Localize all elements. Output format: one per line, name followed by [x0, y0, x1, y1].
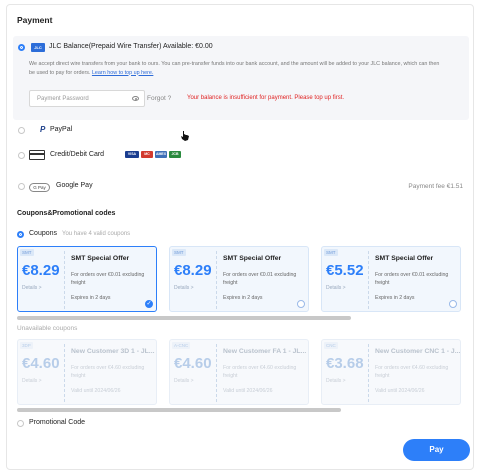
coupon-card[interactable]: SMT €8.29 Details > SMT Special Offer Fo… — [169, 246, 309, 312]
coupon-divider — [368, 344, 369, 402]
google-pay-icon: G Pay — [29, 183, 50, 192]
coupon-tag: SMT — [20, 249, 34, 256]
coupon-tag: CNC — [324, 342, 338, 349]
promo-code-radio[interactable] — [17, 420, 24, 427]
coupon-name: SMT Special Offer — [375, 255, 434, 262]
coupon-expiry: Expires in 2 days — [223, 295, 263, 301]
coupon-desc: For orders over €0.01 excluding freight — [375, 272, 449, 286]
coupon-card[interactable]: SMT €5.52 Details > SMT Special Offer Fo… — [321, 246, 461, 312]
jlc-desc-line1: We accept direct wire transfers from you… — [29, 61, 440, 67]
coupon-name: New Customer CNC 1 - J... — [375, 348, 461, 355]
coupon-amount: €4.60 — [22, 355, 60, 372]
top-up-link[interactable]: Learn how to top up here. — [92, 70, 153, 76]
unavailable-scrollbar[interactable] — [17, 408, 341, 412]
coupon-expiry: Expires in 2 days — [375, 295, 415, 301]
mastercard-icon: MC — [141, 151, 153, 158]
card-label[interactable]: Credit/Debit Card — [50, 151, 104, 158]
forgot-password-link[interactable]: Forgot ? — [147, 95, 171, 102]
coupon-expiry: Valid until 2024/06/26 — [375, 388, 425, 394]
coupon-divider — [64, 251, 65, 309]
coupon-name: New Customer FA 1 - JL... — [223, 348, 307, 355]
coupon-details-link[interactable]: Details > — [22, 285, 42, 291]
password-placeholder: Payment Password — [37, 96, 89, 102]
coupon-details-link[interactable]: Details > — [326, 285, 346, 291]
coupon-tag: SMT — [172, 249, 186, 256]
unavailable-coupon-card: CNC €3.68 Details > New Customer CNC 1 -… — [321, 339, 461, 405]
credit-card-icon — [29, 150, 45, 160]
pay-button[interactable]: Pay — [403, 439, 470, 461]
eye-icon[interactable] — [132, 96, 139, 101]
paypal-radio[interactable] — [18, 127, 25, 134]
google-pay-label[interactable]: Google Pay — [56, 182, 93, 189]
coupon-divider — [216, 344, 217, 402]
coupon-amount: €3.68 — [326, 355, 364, 372]
coupon-divider — [216, 251, 217, 309]
coupons-label[interactable]: Coupons — [29, 230, 57, 237]
coupon-details-link[interactable]: Details > — [22, 378, 42, 384]
coupon-amount: €4.60 — [174, 355, 212, 372]
check-icon[interactable]: ✓ — [145, 300, 153, 308]
unavailable-coupon-card: A-CNC €4.60 Details > New Customer FA 1 … — [169, 339, 309, 405]
coupon-details-link[interactable]: Details > — [174, 378, 194, 384]
payment-password-input[interactable]: Payment Password — [29, 90, 145, 107]
coupon-amount: €8.29 — [174, 262, 212, 279]
coupon-desc: For orders over €4.60 excluding freight — [223, 365, 297, 379]
payment-title: Payment — [17, 15, 53, 25]
paypal-label[interactable]: PayPal — [50, 126, 72, 133]
google-pay-radio[interactable] — [18, 183, 25, 190]
jlc-desc-line2: be used to pay for orders. — [29, 69, 91, 76]
coupon-desc: For orders over €4.60 excluding freight — [375, 365, 449, 379]
coupon-amount: €8.29 — [22, 262, 60, 279]
coupon-amount: €5.52 — [326, 262, 364, 279]
coupon-expiry: Valid until 2024/06/26 — [223, 388, 273, 394]
coupon-divider — [368, 251, 369, 309]
jlc-description: We accept direct wire transfers from you… — [29, 60, 465, 77]
jcb-icon: JCB — [169, 151, 181, 158]
select-circle-icon[interactable] — [449, 300, 457, 308]
coupon-desc: For orders over €0.01 excluding freight — [223, 272, 297, 286]
coupons-scrollbar[interactable] — [17, 316, 351, 320]
paypal-logo-icon: P — [40, 125, 46, 134]
coupon-name: New Customer 3D 1 - JL... — [71, 348, 155, 355]
coupons-count: You have 4 valid coupons — [62, 231, 131, 237]
amex-icon: AMEX — [155, 151, 167, 158]
coupon-expiry: Valid until 2024/06/26 — [71, 388, 121, 394]
coupon-tag: 3DP — [20, 342, 33, 349]
jlc-balance-label: JLC Balance(Prepaid Wire Transfer) Avail… — [49, 43, 213, 50]
coupons-radio[interactable] — [17, 231, 24, 238]
unavailable-coupon-card: 3DP €4.60 Details > New Customer 3D 1 - … — [17, 339, 157, 405]
select-circle-icon[interactable] — [297, 300, 305, 308]
promo-code-label[interactable]: Promotional Code — [29, 419, 85, 426]
coupon-details-link[interactable]: Details > — [174, 285, 194, 291]
payment-fee: Payment fee €1.51 — [408, 183, 463, 190]
promo-section-title: Coupons&Promotional codes — [17, 210, 116, 217]
balance-error-message: Your balance is insufficient for payment… — [187, 95, 345, 101]
coupon-desc: For orders over €4.60 excluding freight — [71, 365, 145, 379]
coupon-name: SMT Special Offer — [71, 255, 130, 262]
unavailable-coupons-label: Unavailable coupons — [17, 325, 78, 332]
coupon-tag: SMT — [324, 249, 338, 256]
hand-cursor-icon — [181, 131, 189, 141]
payment-panel: Payment JLC JLC Balance(Prepaid Wire Tra… — [6, 4, 474, 470]
jlc-balance-radio[interactable] — [18, 44, 25, 51]
coupon-details-link[interactable]: Details > — [326, 378, 346, 384]
coupon-expiry: Expires in 2 days — [71, 295, 111, 301]
jlc-logo-icon: JLC — [31, 43, 45, 52]
coupon-desc: For orders over €0.01 excluding freight — [71, 272, 145, 286]
coupon-tag: A-CNC — [172, 342, 191, 349]
coupon-divider — [64, 344, 65, 402]
card-radio[interactable] — [18, 152, 25, 159]
coupon-card[interactable]: SMT €8.29 Details > SMT Special Offer Fo… — [17, 246, 157, 312]
coupon-name: SMT Special Offer — [223, 255, 282, 262]
visa-icon: VISA — [125, 151, 139, 158]
